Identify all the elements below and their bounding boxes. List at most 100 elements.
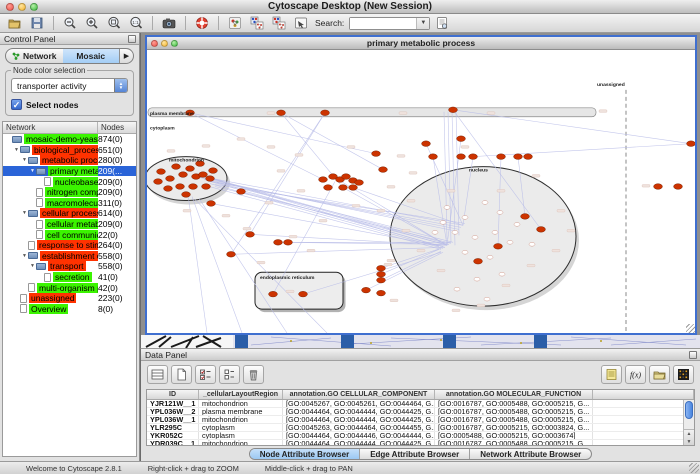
tab-node-attribute-browser[interactable]: Node Attribute Browser [250, 449, 361, 459]
node[interactable] [186, 166, 195, 172]
node[interactable] [284, 240, 293, 246]
background-window-fragment[interactable] [235, 335, 248, 348]
minimize-button[interactable] [161, 40, 168, 47]
node[interactable] [497, 154, 506, 160]
node[interactable] [199, 172, 208, 178]
node[interactable] [524, 154, 533, 160]
node[interactable] [277, 110, 286, 116]
node[interactable] [202, 184, 211, 190]
scrollbar-arrows[interactable]: ▲▼ [684, 429, 694, 445]
table-scrollbar[interactable]: ▲▼ [683, 400, 694, 445]
tree-row[interactable]: cellular metabo209(0) [3, 219, 136, 230]
search-dropdown-arrow-icon[interactable]: ▼ [416, 18, 429, 29]
tree-row[interactable]: macromolecule311(0) [3, 198, 136, 209]
tree-row[interactable]: unassigned223(0) [3, 293, 136, 304]
node[interactable] [377, 265, 386, 271]
snapshot-button[interactable] [159, 15, 179, 32]
tree-row[interactable]: nitrogen compo209(0) [3, 187, 136, 198]
open-file-button[interactable] [5, 15, 25, 32]
node-unselected[interactable] [452, 230, 458, 234]
node[interactable] [176, 184, 185, 190]
zoom-button[interactable] [171, 40, 178, 47]
zoom-out-button[interactable] [60, 15, 80, 32]
tree-row[interactable]: ▼metabolic process280(0) [3, 155, 136, 166]
node[interactable] [342, 174, 351, 180]
close-button[interactable] [6, 3, 14, 11]
import-network-from-table-button[interactable] [247, 15, 267, 32]
close-button[interactable] [151, 40, 158, 47]
tree-row-label[interactable]: macromolecule [45, 198, 98, 208]
compartment-nucleus[interactable] [390, 167, 576, 307]
tree-row-label[interactable]: metabolic process [40, 155, 98, 165]
tree-row-label[interactable]: transport [48, 261, 86, 271]
tree-row[interactable]: ▼cellular process614(0) [3, 208, 136, 219]
background-window-fragment[interactable] [534, 335, 547, 348]
node[interactable] [339, 185, 348, 191]
node-unselected[interactable] [444, 206, 450, 210]
zoom-to-fit-button[interactable]: 1:1 [126, 15, 146, 32]
node-unselected[interactable] [497, 211, 503, 215]
window-resize-grip[interactable] [689, 463, 699, 473]
edge[interactable] [192, 196, 242, 333]
node-unselected[interactable] [432, 230, 438, 234]
node[interactable] [429, 154, 438, 160]
tree-row[interactable]: ▼establishment of lo558(0) [3, 251, 136, 262]
tree-row-label[interactable]: response to stimulu [37, 240, 98, 250]
edge[interactable] [231, 113, 325, 255]
node-unselected[interactable] [472, 235, 478, 239]
node[interactable] [299, 291, 308, 297]
select-attributes-button[interactable] [195, 365, 216, 384]
node[interactable] [377, 277, 386, 283]
tree-row[interactable]: multi-organism pro42(0) [3, 282, 136, 293]
tree-row-label[interactable]: multi-organism pro [37, 283, 98, 293]
zoom-button[interactable] [30, 3, 38, 11]
edge[interactable] [473, 144, 691, 157]
select-nodes-checkbox[interactable]: ✓ [11, 99, 22, 110]
node[interactable] [674, 184, 683, 190]
expand-arrow-icon[interactable]: ▼ [29, 263, 36, 269]
expand-arrow-icon[interactable]: ▼ [29, 168, 36, 174]
float-panel-icon[interactable] [689, 351, 697, 359]
tab-network[interactable]: Network [6, 49, 63, 63]
node[interactable] [349, 185, 358, 191]
attribute-table[interactable]: ID_cellularLayoutRegionannotation.GO CEL… [146, 389, 695, 446]
expand-arrow-icon[interactable]: ▼ [13, 147, 20, 153]
tree-row[interactable]: ▼transport558(0) [3, 261, 136, 272]
tree-row-label[interactable]: cellular metabo [45, 219, 98, 229]
node[interactable] [237, 189, 246, 195]
node[interactable] [422, 141, 431, 147]
tree-row-label[interactable]: cell communicat [45, 230, 98, 240]
node-unselected[interactable] [529, 242, 535, 246]
tree-column-network[interactable]: Network [3, 122, 98, 133]
tree-row-label[interactable]: mosaic-demo-yeast [24, 134, 98, 144]
node-unselected[interactable] [482, 201, 488, 205]
expand-arrow-icon[interactable]: ▼ [21, 157, 28, 163]
table-row[interactable]: YKR052Ccytoplasm[GO:0044464, GO:0044446,… [147, 432, 694, 440]
table-row[interactable]: YPL036W__1mitochondrion[GO:0044464, GO:0… [147, 416, 694, 424]
tree-row[interactable]: ▼biological_process651(0) [3, 145, 136, 156]
tree-row[interactable]: response to stimulu264(0) [3, 240, 136, 251]
node[interactable] [654, 184, 663, 190]
node-unselected[interactable] [484, 297, 490, 301]
float-panel-icon[interactable] [128, 35, 136, 43]
table-row[interactable]: YJR121W__1mitochondrion[GO:0045267, GO:0… [147, 400, 694, 408]
unselect-attributes-button[interactable] [219, 365, 240, 384]
tree-column-nodes[interactable]: Nodes [98, 122, 136, 133]
node-unselected[interactable] [474, 277, 480, 281]
annotation-button[interactable] [291, 15, 311, 32]
tab-mosaic[interactable]: Mosaic [63, 49, 120, 63]
table-row[interactable]: YLR295Ccytoplasm[GO:0045263, GO:0044464,… [147, 424, 694, 432]
node[interactable] [154, 179, 163, 185]
node[interactable] [321, 110, 330, 116]
node[interactable] [377, 271, 386, 277]
edge[interactable] [188, 194, 207, 333]
zoom-in-button[interactable] [82, 15, 102, 32]
import-attributes-button[interactable] [649, 365, 670, 384]
node[interactable] [209, 168, 218, 174]
expand-arrow-icon[interactable]: ▼ [21, 210, 28, 216]
node[interactable] [449, 107, 458, 113]
attribute-matrix-button[interactable] [673, 365, 694, 384]
network-canvas[interactable]: plasma membranecytoplasmmitochondrionnuc… [147, 50, 695, 333]
column-header[interactable]: annotation.GO MOLECULAR_FUNCTION [435, 390, 593, 399]
node[interactable] [372, 151, 381, 157]
